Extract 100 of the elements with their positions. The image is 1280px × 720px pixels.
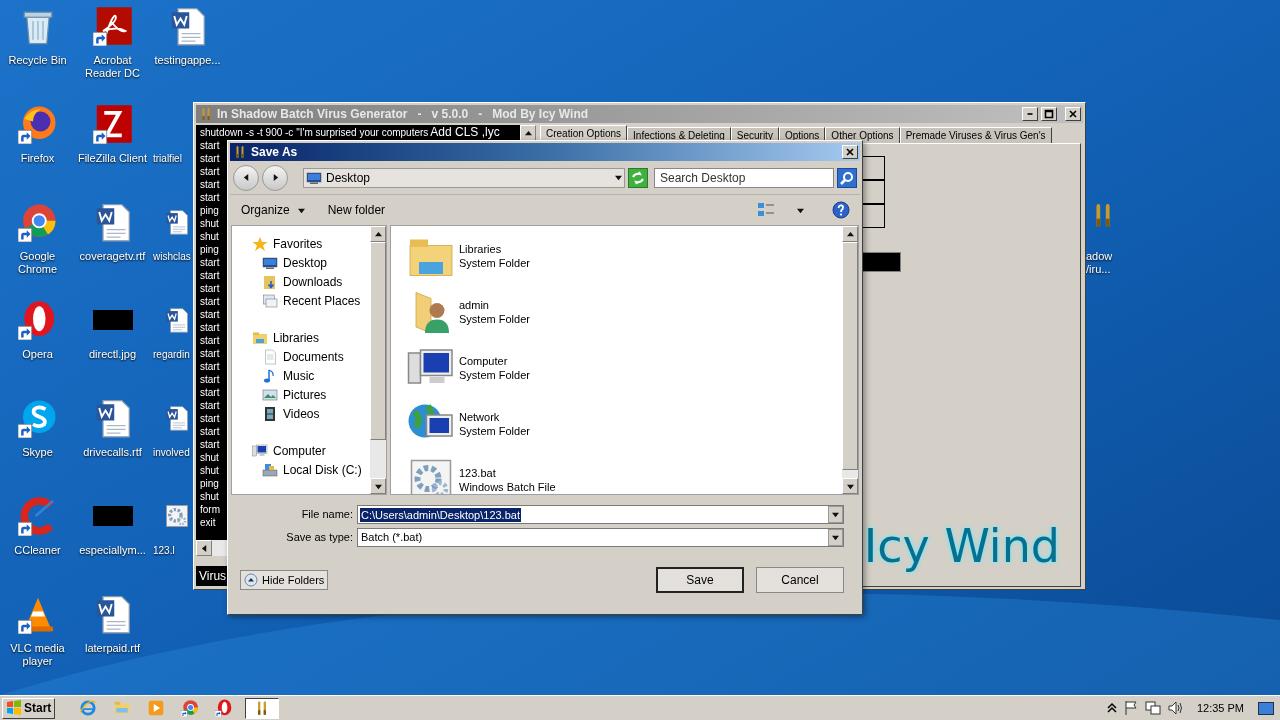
code-line: start bbox=[200, 321, 220, 334]
maximize-button[interactable] bbox=[1041, 107, 1057, 121]
desktop-icon[interactable]: directl.jpg bbox=[75, 300, 150, 398]
taskbar-button[interactable] bbox=[245, 697, 280, 719]
new-folder-button[interactable]: New folder bbox=[327, 201, 386, 219]
network-icon[interactable] bbox=[1144, 700, 1161, 716]
desktop-icon-label: coveragetv.rtf bbox=[78, 250, 147, 263]
search-button[interactable] bbox=[837, 167, 857, 188]
file-item[interactable]: Computer System Folder bbox=[407, 344, 842, 392]
file-item[interactable]: 123.bat Windows Batch File bbox=[407, 456, 842, 494]
desktop-icon[interactable]: adow /iru... bbox=[1086, 200, 1120, 276]
close-button[interactable] bbox=[842, 145, 858, 159]
desktop-icon-label: Opera bbox=[21, 348, 54, 361]
panel-button[interactable] bbox=[861, 156, 885, 180]
desktop-icon[interactable]: especiallym... bbox=[75, 496, 150, 594]
refresh-button[interactable] bbox=[628, 167, 648, 188]
browser-icon bbox=[79, 699, 98, 717]
file-name: Network bbox=[459, 410, 501, 424]
desktop-icon-label: CCleaner bbox=[13, 544, 62, 557]
film-icon bbox=[262, 405, 278, 422]
file-name: admin bbox=[459, 298, 490, 312]
code-line: start bbox=[200, 412, 220, 425]
code-line: shut bbox=[200, 451, 219, 464]
desktop-icon[interactable]: FileZilla Client bbox=[75, 104, 150, 202]
hide-folders-button[interactable]: Hide Folders bbox=[240, 570, 329, 590]
scroll-down-button[interactable] bbox=[842, 478, 858, 494]
desktop-icon-label: drivecalls.rtf bbox=[82, 446, 143, 459]
collapse-icon bbox=[244, 573, 258, 587]
start-button[interactable]: Start bbox=[2, 697, 56, 719]
nav-item-label: Downloads bbox=[283, 273, 343, 291]
speaker-icon[interactable] bbox=[1166, 700, 1183, 716]
nav-item[interactable]: Computer bbox=[232, 441, 370, 460]
scroll-left-button[interactable] bbox=[196, 540, 212, 556]
dropdown-button[interactable] bbox=[828, 529, 843, 546]
search-field[interactable]: Search Desktop bbox=[654, 167, 834, 188]
close-icon bbox=[845, 147, 855, 157]
panel-button[interactable] bbox=[861, 204, 885, 228]
scroll-down-button[interactable] bbox=[370, 478, 386, 494]
help-icon[interactable] bbox=[832, 201, 850, 219]
nav-item[interactable]: Favorites bbox=[232, 234, 370, 253]
scroll-up-button[interactable] bbox=[370, 226, 386, 242]
clock[interactable]: 12:35 PM bbox=[1196, 699, 1244, 717]
input-field[interactable] bbox=[861, 252, 901, 272]
flag-icon[interactable] bbox=[1122, 700, 1139, 716]
scrollbar-thumb[interactable] bbox=[370, 242, 386, 440]
file-item[interactable]: Network System Folder bbox=[407, 400, 842, 448]
nav-item[interactable]: Pictures bbox=[232, 385, 370, 404]
desktop-icon[interactable]: drivecalls.rtf bbox=[75, 398, 150, 496]
desktop-icon[interactable]: CCleaner bbox=[0, 496, 75, 594]
file-item[interactable]: Libraries System Folder bbox=[407, 232, 842, 280]
desktop-icon-label: regardin bbox=[152, 348, 190, 361]
scroll-up-button[interactable] bbox=[842, 226, 858, 242]
tab[interactable]: Premade Viruses & Virus Gen's bbox=[899, 127, 1052, 143]
folder-icon bbox=[262, 273, 278, 290]
organize-button[interactable]: Organize bbox=[240, 201, 306, 219]
minimize-button[interactable] bbox=[1022, 107, 1038, 121]
chevron-up-icon[interactable] bbox=[1106, 702, 1117, 714]
close-button[interactable] bbox=[1065, 107, 1081, 121]
desktop-icon-label: Acrobat Reader DC bbox=[84, 54, 141, 80]
forward-button[interactable] bbox=[262, 164, 288, 191]
desktop-icon[interactable]: laterpaid.rtf bbox=[75, 594, 150, 692]
file-name-field[interactable]: C:\Users\admin\Desktop\123.bat bbox=[357, 505, 844, 524]
panel-button[interactable] bbox=[861, 180, 885, 204]
file-type-value: Batch (*.bat) bbox=[361, 530, 424, 546]
nav-item[interactable]: Recent Places bbox=[232, 291, 370, 310]
desktop-icon[interactable]: Opera bbox=[0, 300, 75, 398]
tab[interactable]: Other Options bbox=[825, 127, 900, 143]
file-type-dropdown[interactable]: Batch (*.bat) bbox=[357, 528, 844, 547]
file-name-value: C:\Users\admin\Desktop\123.bat bbox=[360, 507, 521, 522]
file-type: System Folder bbox=[459, 424, 530, 438]
nav-item[interactable]: Local Disk (C:) bbox=[232, 460, 370, 479]
desktop-icon[interactable]: VLC media player bbox=[0, 594, 75, 692]
window-title: In Shadow Batch Virus Generator - v 5.0.0 - Mod By Icy Wind bbox=[217, 106, 590, 123]
document-icon bbox=[262, 348, 278, 365]
desktop-icon[interactable]: testingappe... bbox=[150, 6, 225, 104]
file-item[interactable]: admin System Folder bbox=[407, 288, 842, 336]
nav-item[interactable]: Libraries bbox=[232, 328, 370, 347]
desktop-icon[interactable]: Recycle Bin bbox=[0, 6, 75, 104]
nav-item[interactable]: Videos bbox=[232, 404, 370, 423]
down-caret-icon bbox=[374, 482, 382, 490]
address-bar[interactable]: Desktop bbox=[303, 167, 625, 188]
show-desktop-button[interactable] bbox=[1258, 701, 1274, 715]
desktop-icon-label: Skype bbox=[21, 446, 54, 459]
back-button[interactable] bbox=[233, 164, 259, 191]
dropdown-button[interactable] bbox=[828, 506, 843, 523]
nav-item[interactable]: Documents bbox=[232, 347, 370, 366]
nav-item[interactable]: Music bbox=[232, 366, 370, 385]
desktop-icon-label: involved bbox=[152, 446, 190, 459]
desktop-icon[interactable]: Skype bbox=[0, 398, 75, 496]
nav-item[interactable]: Desktop bbox=[232, 253, 370, 272]
cancel-button[interactable]: Cancel bbox=[756, 567, 844, 593]
star-icon bbox=[252, 235, 268, 252]
save-button[interactable]: Save bbox=[656, 567, 744, 593]
desktop-icon[interactable]: Acrobat Reader DC bbox=[75, 6, 150, 104]
desktop-icon[interactable]: Google Chrome bbox=[0, 202, 75, 300]
nav-item[interactable]: Downloads bbox=[232, 272, 370, 291]
desktop-icon[interactable]: coveragetv.rtf bbox=[75, 202, 150, 300]
desktop-icon[interactable]: Firefox bbox=[0, 104, 75, 202]
code-line: start bbox=[200, 152, 220, 165]
scroll-up-button[interactable] bbox=[520, 125, 536, 141]
